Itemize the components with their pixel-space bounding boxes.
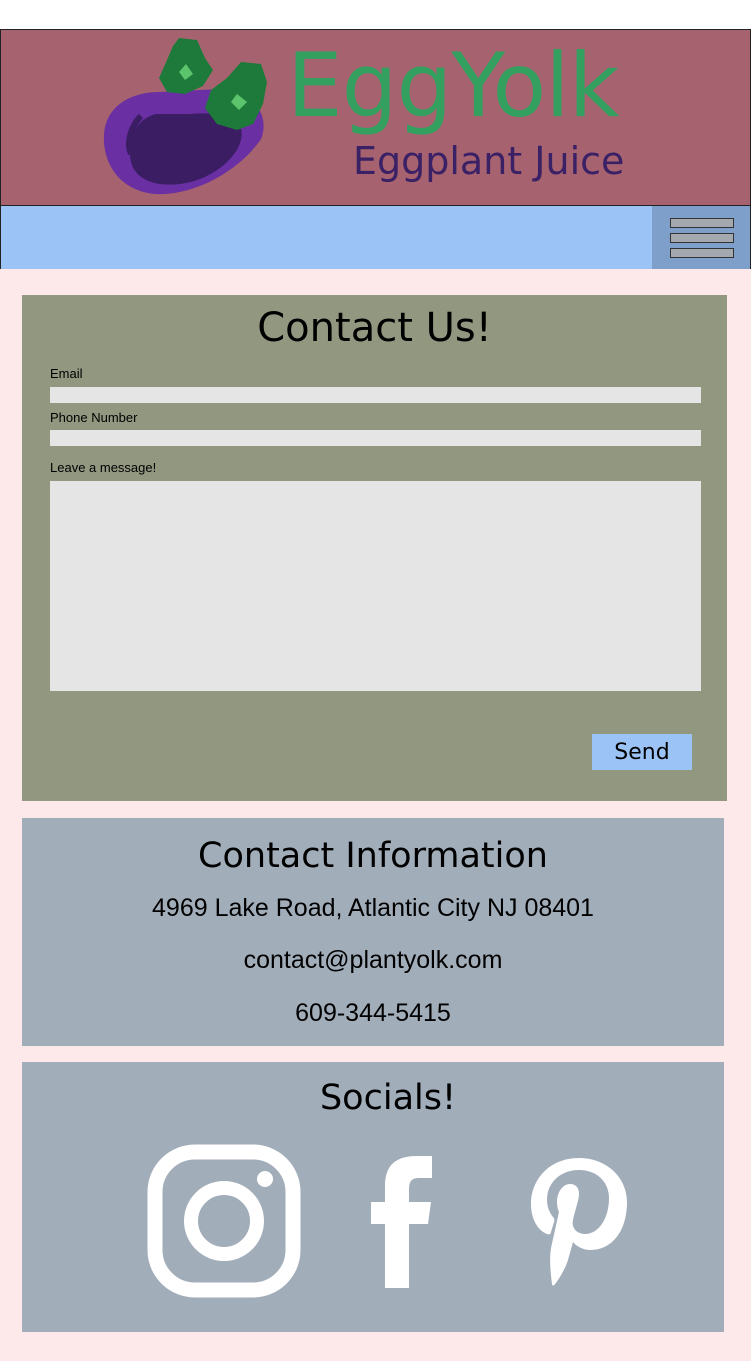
contact-phone: 609-344-5415	[295, 999, 451, 1027]
nav-bar	[0, 205, 751, 270]
eggplant-logo-icon	[103, 38, 267, 195]
contact-form-panel: Contact Us! Email Phone Number Leave a m…	[22, 295, 727, 801]
contact-info-panel: Contact Information 4969 Lake Road, Atla…	[22, 818, 724, 1046]
brand-tagline: Eggplant Juice	[353, 139, 625, 183]
contact-info-title: Contact Information	[198, 836, 548, 876]
contact-form-title: Contact Us!	[257, 305, 492, 351]
message-label: Leave a message!	[50, 460, 157, 475]
socials-panel: Socials!	[22, 1062, 724, 1332]
brand-name: EggYolk	[287, 34, 620, 137]
instagram-icon[interactable]	[147, 1144, 301, 1298]
site-header: EggYolk Eggplant Juice	[0, 29, 751, 206]
message-textarea[interactable]	[50, 481, 701, 691]
hamburger-menu-icon	[670, 218, 734, 228]
hamburger-menu-button[interactable]	[652, 206, 750, 269]
email-label: Email	[50, 366, 83, 381]
phone-label: Phone Number	[50, 410, 138, 425]
pinterest-icon[interactable]	[527, 1156, 631, 1286]
contact-email-link[interactable]: contact@plantyolk.com	[22, 946, 724, 975]
socials-title: Socials!	[319, 1078, 457, 1118]
facebook-icon[interactable]	[367, 1154, 437, 1288]
hamburger-menu-icon-bar-2	[670, 233, 734, 243]
phone-field[interactable]	[50, 430, 701, 446]
email-field[interactable]	[50, 387, 701, 403]
hamburger-menu-icon-bar-3	[670, 248, 734, 258]
send-button[interactable]: Send	[592, 734, 692, 770]
contact-address: 4969 Lake Road, Atlantic City NJ 08401	[152, 894, 594, 922]
